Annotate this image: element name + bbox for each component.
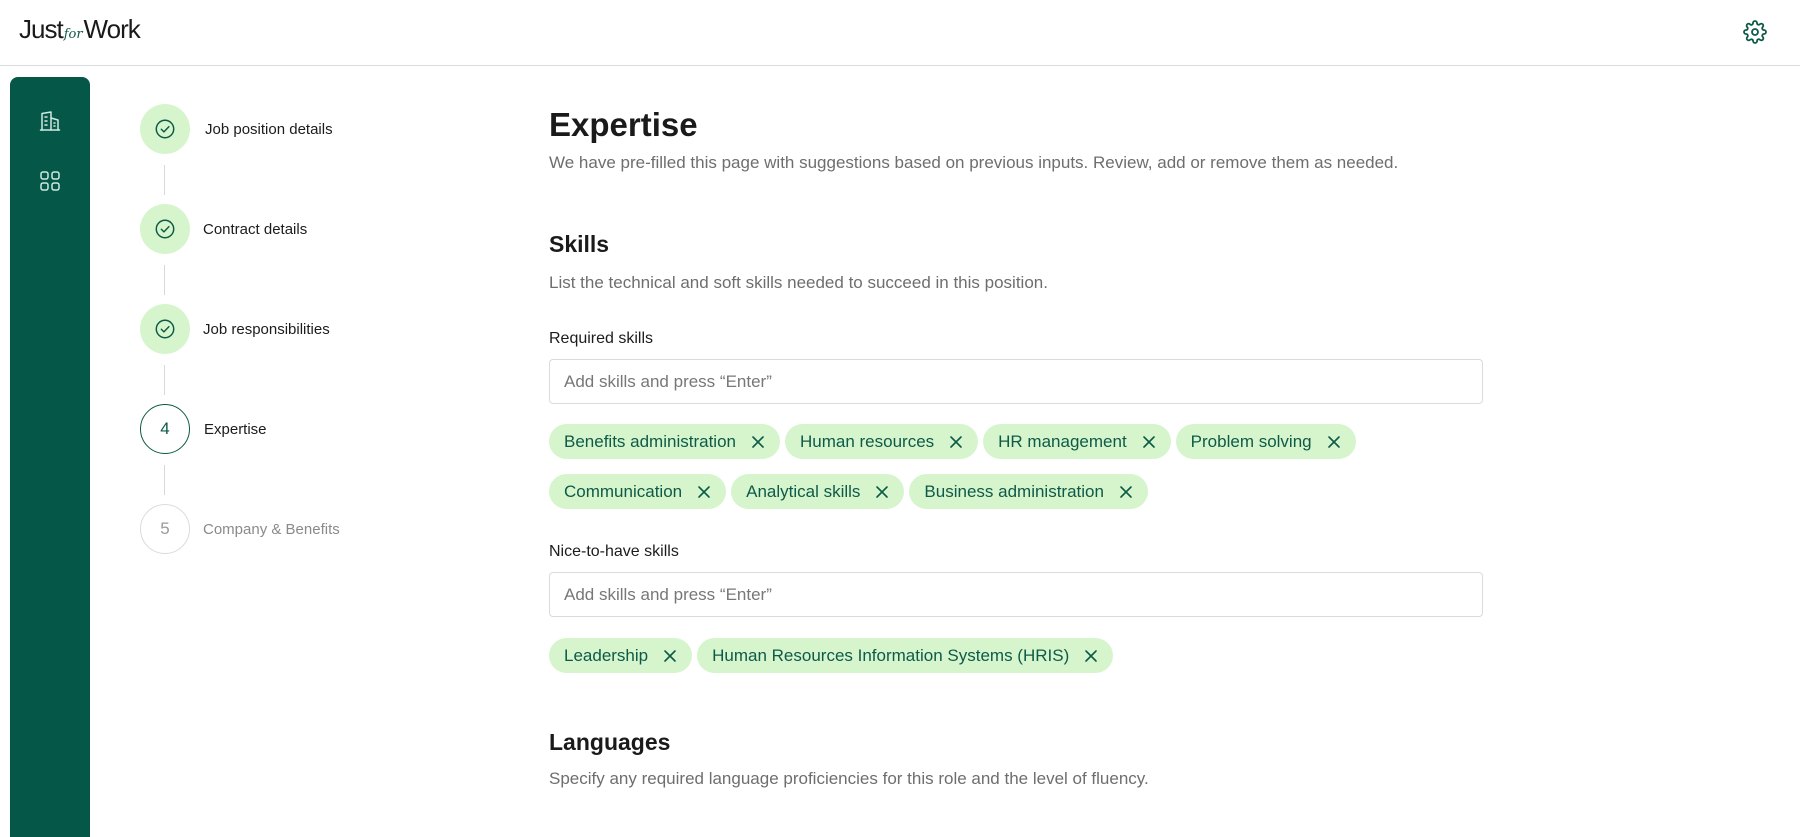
close-icon <box>698 485 710 498</box>
step-label: Company & Benefits <box>203 520 340 538</box>
step-job-responsibilities[interactable]: Job responsibilities <box>140 304 440 354</box>
step-contract-details[interactable]: Contract details <box>140 204 440 254</box>
logo[interactable]: Just for Work <box>19 14 141 45</box>
logo-text-for: for <box>63 27 83 42</box>
remove-skill-button[interactable] <box>662 648 678 664</box>
skill-chip-label: Human resources <box>799 431 935 451</box>
required-skills-chips: Benefits administration Human resources HR… <box>549 424 1489 509</box>
settings-button[interactable] <box>1742 19 1768 45</box>
close-icon <box>752 435 764 448</box>
skill-chip: Problem solving <box>1175 424 1356 459</box>
step-job-position-details[interactable]: Job position details <box>140 104 440 154</box>
nice-to-have-skills-label: Nice-to-have skills <box>549 543 679 560</box>
step-connector <box>164 165 165 195</box>
step-label: Job position details <box>205 120 333 138</box>
step-number-pending: 5 <box>140 504 190 554</box>
side-rail <box>10 77 90 837</box>
nice-to-have-skills-chips: Leadership Human Resources Information Sy… <box>549 638 1489 673</box>
remove-skill-button[interactable] <box>948 434 964 450</box>
skill-chip-label: Communication <box>564 481 683 501</box>
skill-chip-label: Human Resources Information Systems (HRI… <box>712 645 1070 665</box>
nice-to-have-skills-input[interactable] <box>549 572 1483 617</box>
step-complete-indicator <box>140 304 190 354</box>
skill-chip: Leadership <box>549 638 693 673</box>
rail-item-apps[interactable] <box>34 165 66 197</box>
close-icon <box>1142 435 1155 448</box>
skill-chip-label: Analytical skills <box>746 481 861 501</box>
remove-skill-button[interactable] <box>1141 434 1157 450</box>
skill-chip: Communication <box>549 474 727 509</box>
check-circle-icon <box>155 219 175 239</box>
rail-item-company[interactable] <box>34 105 66 137</box>
logo-text-just: Just <box>19 14 64 44</box>
building-icon <box>39 111 61 131</box>
remove-skill-button[interactable] <box>874 484 890 500</box>
close-icon <box>1327 435 1340 448</box>
check-circle-icon <box>155 119 175 139</box>
skills-description: List the technical and soft skills neede… <box>549 273 1048 292</box>
skill-chip: HR management <box>983 424 1171 459</box>
skill-chip-label: Business administration <box>924 481 1104 501</box>
step-complete-indicator <box>140 104 190 154</box>
stepper: Job position details Contract details Jo… <box>140 104 440 564</box>
languages-description: Specify any required language proficienc… <box>549 769 1149 788</box>
grid-icon <box>40 171 60 191</box>
remove-skill-button[interactable] <box>696 484 712 500</box>
close-icon <box>876 485 889 498</box>
step-complete-indicator <box>140 204 190 254</box>
skill-chip: Analytical skills <box>731 474 905 509</box>
skill-chip-label: HR management <box>998 431 1127 451</box>
remove-skill-button[interactable] <box>1326 434 1342 450</box>
close-icon <box>950 435 962 448</box>
close-icon <box>1120 485 1132 498</box>
close-icon <box>1085 649 1098 662</box>
skill-chip-label: Benefits administration <box>564 431 736 451</box>
skills-heading: Skills <box>549 231 610 257</box>
page-subtitle: We have pre-filled this page with sugges… <box>549 153 1399 172</box>
required-skills-label: Required skills <box>549 330 654 347</box>
logo-text-work: Work <box>83 14 141 44</box>
skill-chip: Human resources <box>784 424 979 459</box>
skill-chip-label: Problem solving <box>1190 431 1312 451</box>
close-icon <box>664 649 676 662</box>
gear-icon <box>1743 20 1767 44</box>
step-connector <box>164 465 165 495</box>
remove-skill-button[interactable] <box>1118 484 1134 500</box>
step-expertise[interactable]: 4 Expertise <box>140 404 440 454</box>
skill-chip-label: Leadership <box>564 645 649 665</box>
skill-chip: Benefits administration <box>549 424 780 459</box>
main-content: Expertise We have pre-filled this page w… <box>549 0 1489 824</box>
check-circle-icon <box>155 319 175 339</box>
step-label: Expertise <box>204 420 267 438</box>
skill-chip: Human Resources Information Systems (HRI… <box>697 638 1114 673</box>
step-label: Contract details <box>203 220 308 238</box>
skill-chip: Business administration <box>909 474 1148 509</box>
remove-skill-button[interactable] <box>1083 648 1099 664</box>
step-label: Job responsibilities <box>203 320 330 338</box>
step-connector <box>164 265 165 295</box>
languages-heading: Languages <box>549 729 671 755</box>
step-connector <box>164 365 165 395</box>
step-company-benefits[interactable]: 5 Company & Benefits <box>140 504 440 554</box>
step-number-active: 4 <box>140 404 190 454</box>
required-skills-input[interactable] <box>549 359 1483 404</box>
page-title: Expertise <box>549 106 698 143</box>
remove-skill-button[interactable] <box>750 434 766 450</box>
